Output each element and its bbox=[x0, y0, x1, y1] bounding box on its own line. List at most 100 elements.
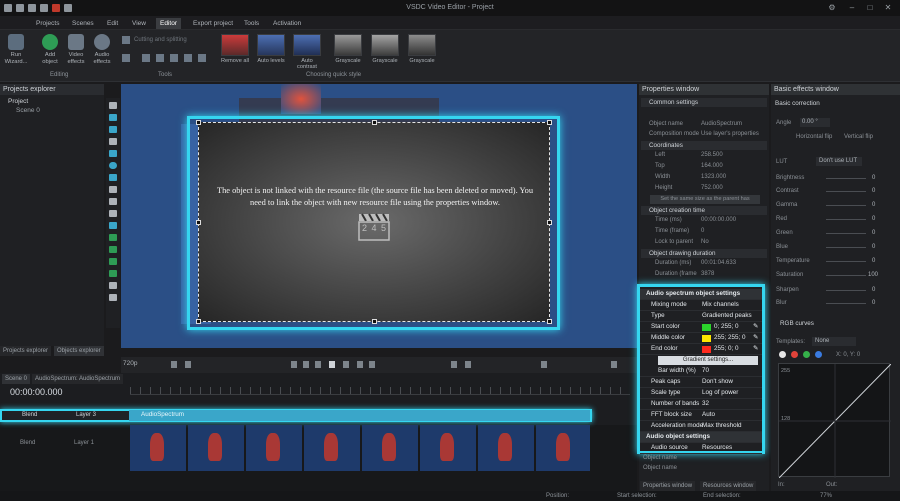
eyedropper-icon[interactable]: ✎ bbox=[753, 322, 758, 333]
resize-handle[interactable] bbox=[196, 120, 201, 125]
video-clip-thumbnails[interactable] bbox=[130, 425, 590, 471]
prop-composition-mode[interactable]: Composition mode Use layer's properties bbox=[639, 130, 769, 139]
animation-icon[interactable] bbox=[109, 246, 117, 253]
sprite-icon[interactable] bbox=[109, 222, 117, 229]
zoom-out-icon[interactable] bbox=[171, 361, 177, 368]
slider-brightness[interactable]: Brightness 0 bbox=[776, 173, 896, 183]
quick-style-auto-levels[interactable]: Auto levels bbox=[256, 34, 286, 64]
slider-contrast[interactable]: Contrast 0 bbox=[776, 186, 896, 196]
subtitle-icon[interactable] bbox=[109, 198, 117, 205]
slider-gamma[interactable]: Gamma 0 bbox=[776, 200, 896, 210]
curve-white-dot[interactable] bbox=[779, 351, 786, 358]
eyedropper-icon[interactable]: ✎ bbox=[753, 344, 758, 355]
tab-scene[interactable]: Scene 0 bbox=[2, 374, 31, 384]
resize-handle[interactable] bbox=[196, 319, 201, 324]
video-effects-button[interactable]: Video effects bbox=[63, 34, 89, 66]
crop-icon[interactable] bbox=[122, 54, 130, 62]
audio-object-icon[interactable] bbox=[109, 126, 117, 133]
eyedropper-icon[interactable]: ✎ bbox=[753, 333, 758, 344]
prop-end-color[interactable]: End color 255; 0; 0 ✎ bbox=[640, 344, 762, 355]
project-root[interactable]: Project bbox=[0, 95, 104, 105]
prop-tail-1[interactable]: Object name bbox=[639, 454, 769, 463]
slider-saturation[interactable]: Saturation 100 bbox=[776, 270, 896, 280]
prop-time-frame[interactable]: Time (frame) 0 bbox=[639, 227, 769, 236]
start-color-swatch[interactable] bbox=[702, 324, 711, 331]
video-object-icon[interactable] bbox=[109, 114, 117, 121]
angle-row[interactable]: Angle 0.00 ° bbox=[776, 118, 896, 128]
move-icon[interactable] bbox=[109, 294, 117, 301]
snapshot-icon[interactable] bbox=[541, 361, 547, 368]
tab-projects-explorer[interactable]: Projects explorer bbox=[0, 346, 52, 356]
slider-sharpen[interactable]: Sharpen 0 bbox=[776, 285, 896, 295]
line-icon[interactable] bbox=[109, 138, 117, 145]
slider-track[interactable] bbox=[826, 275, 866, 276]
quick-style-grayscale-2[interactable]: Grayscale bbox=[370, 34, 400, 64]
resize-handle[interactable] bbox=[547, 319, 552, 324]
audio-effects-button[interactable]: Audio effects bbox=[89, 34, 115, 66]
audiospectrum-clip[interactable]: AudioSpectrum bbox=[129, 410, 590, 421]
common-settings-header[interactable]: Common settings bbox=[641, 98, 767, 107]
spectrum-icon[interactable] bbox=[109, 258, 117, 265]
slider-track[interactable] bbox=[826, 233, 866, 234]
quick-style-auto-contrast[interactable]: Auto contrast bbox=[292, 34, 322, 70]
prev-frame-icon[interactable] bbox=[303, 361, 309, 368]
play-icon[interactable] bbox=[329, 361, 335, 368]
audio-spectrum-header[interactable]: Audio spectrum object settings bbox=[640, 289, 762, 300]
prop-scale-type[interactable]: Scale type Log of power bbox=[640, 388, 762, 399]
prop-start-color[interactable]: Start color 0; 255; 0 ✎ bbox=[640, 322, 762, 333]
slider-track[interactable] bbox=[826, 205, 866, 206]
slider-green[interactable]: Green 0 bbox=[776, 228, 896, 238]
prop-number-of-bands[interactable]: Number of bands 32 bbox=[640, 399, 762, 410]
prop-type[interactable]: Type Gradiented peaks bbox=[640, 311, 762, 322]
horizontal-flip-checkbox[interactable]: Horizontal flip bbox=[796, 134, 832, 140]
menu-scenes[interactable]: Scenes bbox=[68, 18, 98, 29]
prop-time-ms[interactable]: Time (ms) 00:00:00.000 bbox=[639, 216, 769, 225]
resize-handle[interactable] bbox=[372, 120, 377, 125]
menu-projects[interactable]: Projects bbox=[32, 18, 63, 29]
close-icon[interactable]: ✕ bbox=[882, 3, 894, 13]
drawing-duration-header[interactable]: Object drawing duration bbox=[641, 249, 767, 258]
menu-export[interactable]: Export project bbox=[189, 18, 237, 29]
prop-height[interactable]: Height 752.000 bbox=[639, 184, 769, 193]
track-blend-mode[interactable]: Blend bbox=[20, 440, 35, 446]
tab-objects-explorer[interactable]: Objects explorer bbox=[54, 346, 104, 356]
trim-icon[interactable] bbox=[142, 54, 150, 62]
chart-icon[interactable] bbox=[109, 210, 117, 217]
go-start-icon[interactable] bbox=[291, 361, 297, 368]
slider-blur[interactable]: Blur 0 bbox=[776, 298, 896, 308]
creation-time-header[interactable]: Object creation time bbox=[641, 206, 767, 215]
templates-row[interactable]: Templates: None bbox=[776, 337, 896, 347]
image-icon[interactable] bbox=[109, 234, 117, 241]
go-end-icon[interactable] bbox=[369, 361, 375, 368]
quick-style-remove-all[interactable]: Remove all bbox=[220, 34, 250, 64]
prop-object-name[interactable]: Object name AudioSpectrum bbox=[639, 120, 769, 129]
resize-handle[interactable] bbox=[372, 319, 377, 324]
visualizer-icon[interactable] bbox=[109, 270, 117, 277]
prop-bar-width[interactable]: Bar width (%) 70 bbox=[640, 366, 762, 377]
lut-row[interactable]: LUT Don't use LUT bbox=[776, 157, 896, 167]
prop-lock-to-parent[interactable]: Lock to parent No bbox=[639, 238, 769, 247]
vertical-flip-checkbox[interactable]: Vertical flip bbox=[844, 134, 873, 140]
pointer-icon[interactable] bbox=[109, 102, 117, 109]
run-wizard-button[interactable]: Run Wizard... bbox=[3, 34, 29, 66]
middle-color-swatch[interactable] bbox=[702, 335, 711, 342]
settings-icon[interactable]: ⚙ bbox=[826, 3, 838, 13]
prop-middle-color[interactable]: Middle color 255; 255; 0 ✎ bbox=[640, 333, 762, 344]
forward-icon[interactable] bbox=[343, 361, 349, 368]
angle-input[interactable]: 0.00 ° bbox=[800, 118, 830, 127]
curve-green-dot[interactable] bbox=[803, 351, 810, 358]
resolution-select[interactable]: 720p bbox=[123, 360, 137, 367]
gradient-settings-button[interactable]: Gradient settings... bbox=[658, 356, 758, 365]
split-icon[interactable] bbox=[156, 54, 164, 62]
templates-select[interactable]: None bbox=[812, 337, 856, 346]
resize-handle[interactable] bbox=[547, 120, 552, 125]
maximize-icon[interactable]: □ bbox=[864, 3, 876, 13]
rgb-curves-header[interactable]: RGB curves bbox=[780, 320, 814, 327]
coordinates-header[interactable]: Coordinates bbox=[641, 141, 767, 150]
curve-red-dot[interactable] bbox=[791, 351, 798, 358]
prop-acceleration-mode[interactable]: Acceleration mode Max threshold bbox=[640, 421, 762, 432]
quick-style-grayscale-3[interactable]: Grayscale bbox=[407, 34, 437, 64]
menu-view[interactable]: View bbox=[128, 18, 150, 29]
menu-tools[interactable]: Tools bbox=[240, 18, 263, 29]
flip-icon[interactable] bbox=[184, 54, 192, 62]
